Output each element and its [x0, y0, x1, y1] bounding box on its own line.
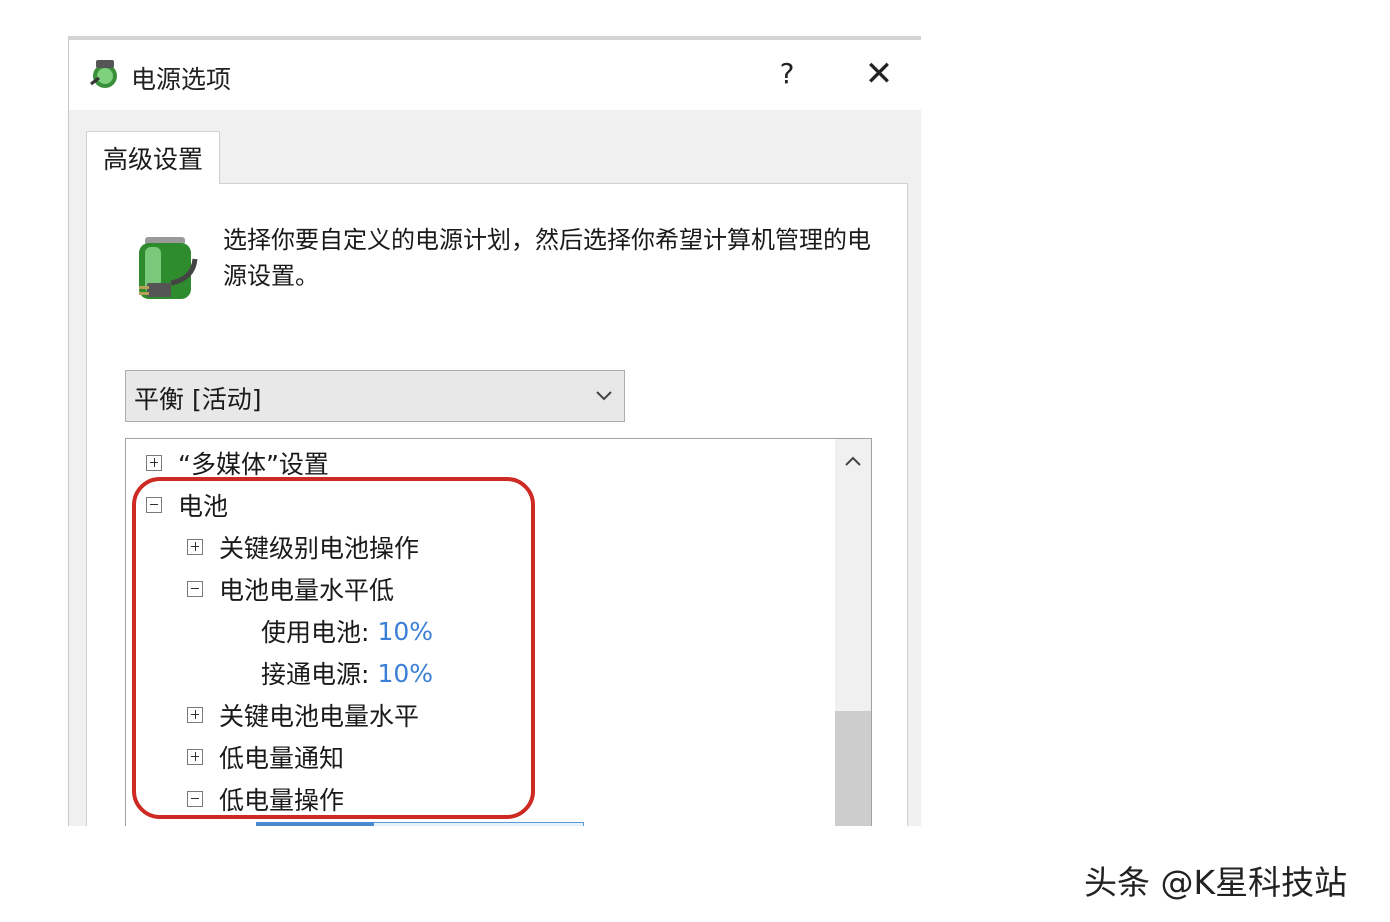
- expand-plus-icon[interactable]: [146, 455, 162, 471]
- title-bar: 电源选项 ? ✕: [69, 40, 921, 110]
- tree-scrollbar[interactable]: [835, 439, 871, 826]
- power-plan-dropdown[interactable]: 平衡 [活动]: [125, 370, 625, 422]
- battery-plug-icon: [139, 237, 198, 299]
- red-highlight-annotation: [132, 477, 535, 819]
- chevron-up-icon[interactable]: [843, 451, 863, 471]
- tab-label: 高级设置: [103, 145, 204, 174]
- scrollbar-thumb[interactable]: [835, 711, 871, 826]
- description-text: 选择你要自定义的电源计划，然后选择你希望计算机管理的电源设置。: [223, 226, 871, 290]
- partial-dropdown-selection: [256, 822, 374, 826]
- tree-item-label: “多媒体”设置: [178, 450, 329, 479]
- tab-advanced-settings[interactable]: 高级设置: [86, 131, 220, 184]
- power-options-icon: [90, 60, 117, 88]
- power-plan-value: 平衡 [活动]: [134, 385, 262, 414]
- watermark-text: 头条 @K星科技站: [1084, 863, 1348, 902]
- close-button[interactable]: ✕: [861, 56, 897, 92]
- window-title: 电源选项: [131, 65, 232, 94]
- chevron-down-icon: [596, 391, 612, 401]
- help-button[interactable]: ?: [769, 56, 805, 92]
